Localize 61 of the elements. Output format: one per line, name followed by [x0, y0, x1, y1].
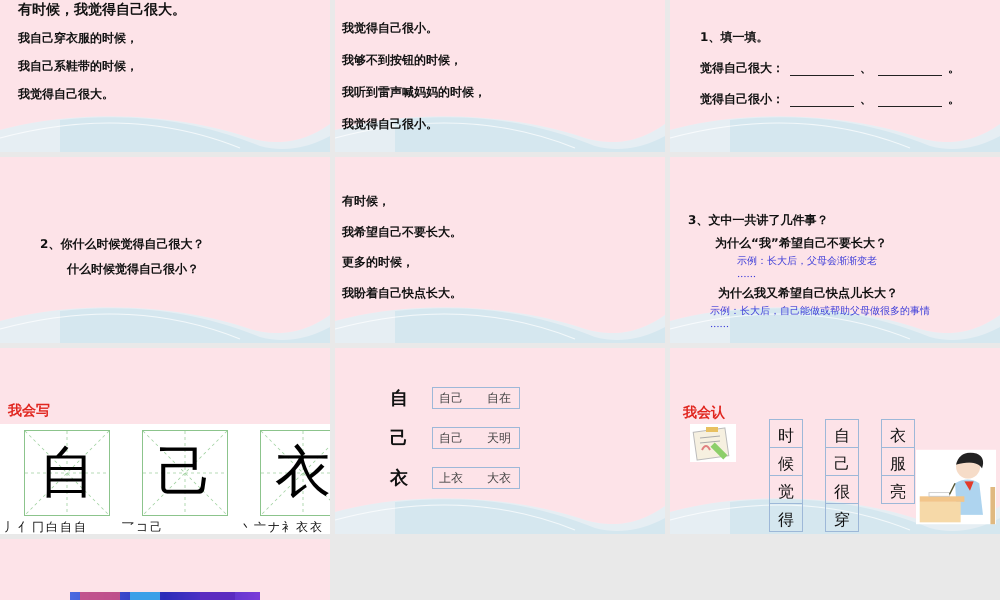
slide-thumbnail[interactable]: 我会认 时 候 觉 得 自 己 很 穿 衣 服 亮 [670, 348, 1000, 534]
writing-grid: 自 [24, 430, 110, 516]
slide-text: 我自己穿衣服的时候， [18, 30, 138, 47]
character-card: 候 [769, 447, 803, 476]
slide-thumbnail[interactable]: 我会写 自 丿亻冂白自自 己 乛コ己 衣 丶亠ナ衤衣衣 [0, 348, 330, 534]
slide-text: 有时候， [342, 193, 390, 210]
slide-text: 为什么我又希望自己快点儿长大？ [718, 285, 898, 302]
writing-grid: 己 [142, 430, 228, 516]
stroke-order: 丶亠ナ衤衣衣 [240, 519, 324, 534]
slide-thumbnail[interactable] [0, 539, 330, 600]
slide-title: 3、文中一共讲了几件事？ [688, 212, 828, 229]
slide-text: 什么时候觉得自己很小？ [67, 261, 199, 278]
slide-heading: 我会认 [683, 404, 725, 422]
slide-text: 我够不到按钮的时候， [342, 52, 462, 69]
slide-text: 觉得自己很大： [700, 60, 784, 77]
slide-thumbnail[interactable]: 有时候，我觉得自己很大。 我自己穿衣服的时候， 我自己系鞋带的时候， 我觉得自己很大。 [0, 0, 330, 152]
slide-character: 己 [390, 427, 409, 450]
slide-text: 我盼着自己快点长大。 [342, 284, 462, 302]
character-card: 自 [825, 419, 859, 448]
slide-text: 。 [948, 91, 960, 108]
stroke-order: 乛コ己 [122, 519, 164, 534]
slide-thumbnail[interactable]: 自 自己 自在 己 自己 天明 衣 上衣 大衣 [335, 348, 665, 534]
character-card: 得 [769, 503, 803, 532]
stroke-order: 丿亻冂白自自 [4, 519, 88, 534]
slide-text: 更多的时候， [342, 254, 414, 271]
slide-text: 、 [860, 91, 872, 108]
slide-text: 、 [860, 60, 872, 77]
word-box: 上衣 大衣 [432, 467, 520, 489]
answer-text: 示例：长大后，自己能做或帮助父母做很多的事情 ...... [710, 305, 931, 331]
word-box: 自己 自在 [432, 387, 520, 409]
character-card: 时 [769, 419, 803, 448]
slide-thumbnail[interactable]: 1、填一填。 觉得自己很大： 、 。 觉得自己很小： 、 。 [670, 0, 1000, 152]
slide-character: 衣 [390, 467, 409, 490]
slide-thumbnail[interactable]: 3、文中一共讲了几件事？ 为什么“我”希望自己不要长大？ 示例：长大后，父母会渐渐变老 ...... 为什么我又希望自己快点儿长大？ 示例：长大后，自己能做或帮助父母做很多的事情 ...... [670, 157, 1000, 343]
slide-title: 1、填一填。 [700, 29, 768, 46]
character-card: 亮 [881, 475, 915, 504]
slide-text: 我觉得自己很大。 [18, 86, 114, 103]
slide-text: 觉得自己很小： [700, 91, 784, 108]
slide-thumbnail[interactable]: 2、你什么时候觉得自己很大？ 什么时候觉得自己很小？ [0, 157, 330, 343]
character-card: 己 [825, 447, 859, 476]
character-card: 服 [881, 447, 915, 476]
slide-thumbnail[interactable]: 我觉得自己很小。 我够不到按钮的时候， 我听到雷声喊妈妈的时候， 我觉得自己很小。 [335, 0, 665, 152]
slide-text: 我觉得自己很小。 [342, 116, 438, 133]
slide-text: 有时候，我觉得自己很大。 [18, 1, 186, 20]
character-card: 觉 [769, 475, 803, 504]
character-card: 衣 [881, 419, 915, 448]
character-card: 很 [825, 475, 859, 504]
slide-character: 自 [390, 387, 409, 410]
slide-text: 为什么“我”希望自己不要长大？ [715, 235, 887, 252]
slide-text: 我自己系鞋带的时候， [18, 58, 138, 75]
slide-text: 我听到雷声喊妈妈的时候， [342, 84, 486, 101]
slide-heading: 我会写 [8, 402, 50, 420]
answer-text: 示例：长大后，父母会渐渐变老 ...... [737, 255, 878, 281]
slide-thumbnail[interactable]: 有时候， 我希望自己不要长大。 更多的时候， 我盼着自己快点长大。 [335, 157, 665, 343]
character-card: 穿 [825, 503, 859, 532]
slide-text: 我觉得自己很小。 [342, 20, 438, 37]
slide-text: 2、你什么时候觉得自己很大？ [40, 236, 204, 253]
word-box: 自己 天明 [432, 427, 520, 449]
clipboard-icon [690, 424, 736, 462]
slide-text: 我希望自己不要长大。 [342, 224, 462, 240]
slide-text: 。 [948, 60, 960, 77]
